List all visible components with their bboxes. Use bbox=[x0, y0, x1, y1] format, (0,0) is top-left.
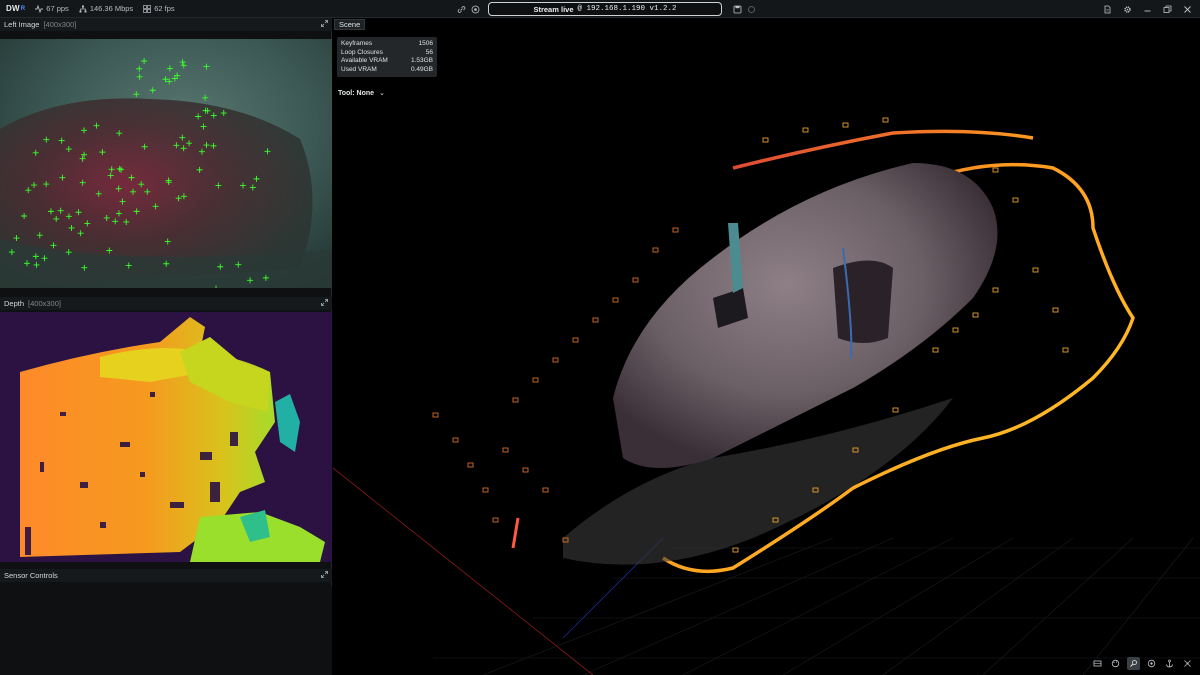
close-icon[interactable] bbox=[1180, 2, 1194, 16]
stream-address: @ 192.168.1.190 v1.2.2 bbox=[577, 5, 677, 13]
logo-superscript: R bbox=[20, 5, 26, 12]
stat-bandwidth: 146.36 Mbps bbox=[79, 4, 133, 13]
stat-value: 1.53GB bbox=[410, 57, 433, 65]
left-image-size: [400x300] bbox=[43, 20, 77, 29]
left-image-title: Left Image bbox=[4, 20, 40, 29]
measure-tool-icon[interactable] bbox=[1127, 657, 1140, 670]
sensor-controls-panel bbox=[0, 586, 332, 675]
trajectory-start bbox=[511, 517, 520, 549]
tool-selector-label: Tool: None bbox=[338, 89, 375, 97]
app-logo: DW R bbox=[6, 4, 25, 13]
depth-title: Depth bbox=[4, 299, 25, 308]
depth-size: [400x300] bbox=[28, 299, 61, 308]
stat-label: Available VRAM bbox=[341, 57, 388, 65]
save-icon[interactable] bbox=[730, 2, 744, 16]
aircraft-point-cloud bbox=[563, 163, 998, 565]
stat-bandwidth-value: 146.36 Mbps bbox=[89, 4, 134, 13]
activity-icon bbox=[35, 4, 44, 13]
stat-fps-value: 62 fps bbox=[154, 4, 175, 13]
link-icon[interactable] bbox=[454, 2, 468, 16]
sensor-controls-title: Sensor Controls bbox=[4, 571, 58, 580]
stat-label: Used VRAM bbox=[341, 65, 377, 73]
expand-icon[interactable] bbox=[321, 299, 328, 308]
sensor-controls-header: Sensor Controls bbox=[0, 569, 332, 582]
expand-icon[interactable] bbox=[321, 571, 328, 580]
layers-icon[interactable] bbox=[1091, 657, 1104, 670]
stream-controls: Stream live @ 192.168.1.190 v1.2.2 bbox=[454, 2, 758, 16]
ground-grid bbox=[433, 537, 1200, 675]
minimize-icon[interactable] bbox=[1140, 2, 1154, 16]
tab-scene[interactable]: Scene bbox=[334, 19, 366, 30]
anchor-icon[interactable] bbox=[1163, 657, 1176, 670]
x-axis-line bbox=[333, 467, 594, 675]
scene-toolbar bbox=[1091, 657, 1194, 670]
stat-value: 1506 bbox=[418, 40, 433, 47]
restore-icon[interactable] bbox=[1160, 2, 1174, 16]
tool-selector[interactable]: Tool: None ⌄ bbox=[338, 89, 385, 98]
chevron-down-icon: ⌄ bbox=[379, 90, 385, 97]
left-sidebar: Left Image [400x300] Depth [400x300] Sen… bbox=[0, 18, 332, 675]
window-controls bbox=[1100, 2, 1194, 16]
settings-icon[interactable] bbox=[1120, 2, 1134, 16]
stat-keyframes: Keyframes 1506 bbox=[341, 40, 433, 49]
scene-viewport[interactable]: Scene Keyframes 1506 Loop Closures 56 Avai… bbox=[333, 18, 1200, 675]
stat-value: 56 bbox=[425, 48, 433, 56]
top-bar: DW R 67 pps 146.36 Mbps 62 fps Stream liv… bbox=[0, 0, 1200, 18]
palette-icon[interactable] bbox=[1109, 657, 1122, 670]
stat-pps: 67 pps bbox=[35, 4, 69, 13]
document-icon[interactable] bbox=[1100, 2, 1114, 16]
point-cloud-view[interactable] bbox=[333, 18, 1200, 675]
depth-header: Depth [400x300] bbox=[0, 297, 332, 310]
stream-status[interactable]: Stream live @ 192.168.1.190 v1.2.2 bbox=[488, 2, 722, 16]
scene-stats-overlay: Keyframes 1506 Loop Closures 56 Available … bbox=[337, 37, 437, 77]
stream-status-label: Stream live bbox=[533, 4, 574, 14]
network-icon bbox=[79, 5, 87, 12]
target-icon[interactable] bbox=[1145, 657, 1158, 670]
stat-fps: 62 fps bbox=[143, 4, 175, 13]
logo-text: DW bbox=[6, 4, 20, 13]
stat-pps-value: 67 pps bbox=[46, 4, 69, 13]
grid-icon bbox=[143, 4, 152, 13]
depth-map bbox=[0, 312, 332, 562]
stat-available-vram: Available VRAM 1.53GB bbox=[341, 57, 433, 66]
record-icon[interactable] bbox=[468, 2, 482, 16]
left-camera-image bbox=[0, 39, 332, 288]
status-indicator-icon bbox=[744, 2, 758, 16]
stat-value: 0.49GB bbox=[410, 65, 433, 73]
stat-label: Loop Closures bbox=[341, 48, 383, 56]
stat-label: Keyframes bbox=[341, 40, 373, 47]
stat-loop-closures: Loop Closures 56 bbox=[341, 49, 433, 58]
left-image-header: Left Image [400x300] bbox=[0, 18, 332, 31]
stat-used-vram: Used VRAM 0.49GB bbox=[341, 66, 433, 75]
expand-icon[interactable] bbox=[321, 20, 328, 29]
drone-icon[interactable] bbox=[1181, 657, 1194, 670]
